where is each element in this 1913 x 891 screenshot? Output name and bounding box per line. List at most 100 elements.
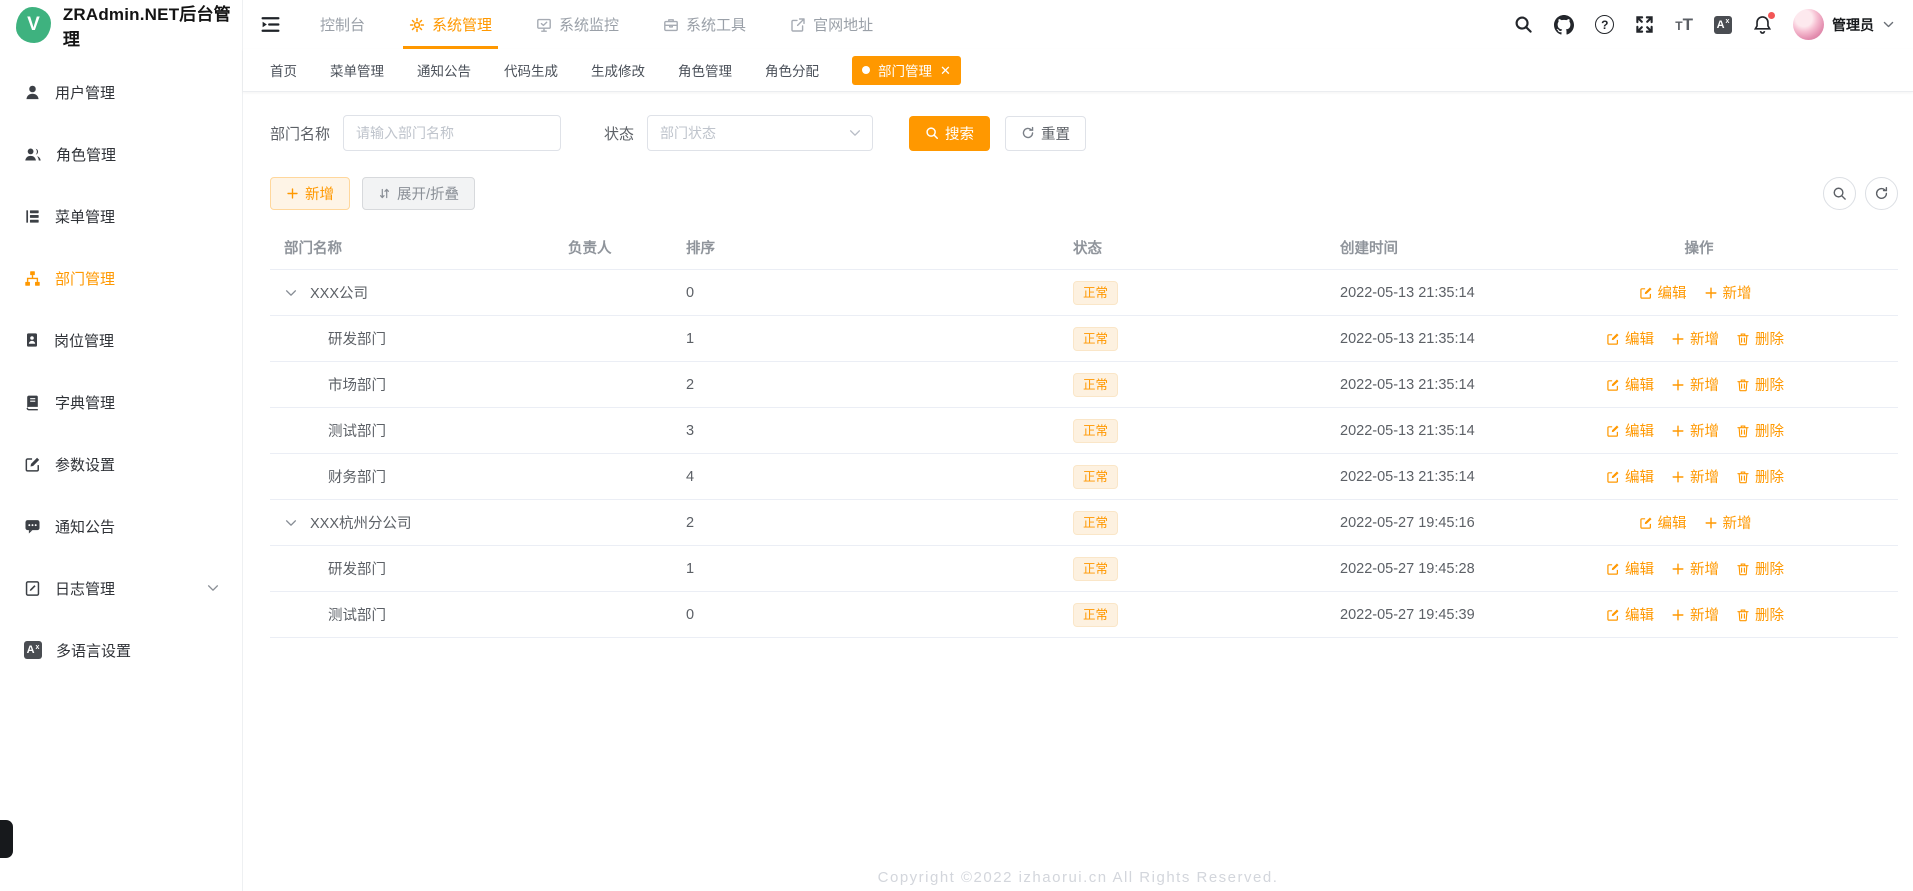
app-title: ZRAdmin.NET后台管理 <box>62 4 231 49</box>
tag-dept[interactable]: 部门管理 ✕ <box>852 55 961 85</box>
sidebar-item-menu-tree[interactable]: 菜单管理 <box>0 185 242 247</box>
table-header: 部门名称 负责人 排序 状态 创建时间 操作 <box>270 226 1898 270</box>
dept-name-cell: XXX杭州分公司 <box>270 512 560 533</box>
nav-item-website[interactable]: 官网地址 <box>768 0 895 49</box>
plus-action-link[interactable]: 新增 <box>1671 374 1719 395</box>
search-button[interactable]: 搜索 <box>909 115 991 151</box>
user-menu[interactable]: 管理员 <box>1793 9 1895 40</box>
close-tag-icon[interactable]: ✕ <box>940 64 951 77</box>
edit-action-link[interactable]: 编辑 <box>1606 328 1654 349</box>
column-header-4: 创建时间 <box>1340 241 1398 257</box>
topbar: 控制台 系统管理 系统监控 系统工具 官网地址 ? TT Ax 管理员 <box>243 0 1913 49</box>
plus-action-link[interactable]: 新增 <box>1671 466 1719 487</box>
chevron-down-icon <box>848 126 862 140</box>
edit-action-link[interactable]: 编辑 <box>1606 466 1654 487</box>
plus-action-link[interactable]: 新增 <box>1671 558 1719 579</box>
users-icon <box>24 146 42 163</box>
topbar-actions: ? TT Ax 管理员 <box>1514 9 1913 40</box>
sidebar-item-org-tree[interactable]: 部门管理 <box>0 247 242 309</box>
toggle-search-button[interactable] <box>1823 177 1856 210</box>
dept-name: XXX杭州分公司 <box>310 516 412 532</box>
collapse-sidebar-icon[interactable] <box>243 14 298 35</box>
action-label: 编辑 <box>1625 424 1654 440</box>
help-icon[interactable]: ? <box>1595 15 1615 34</box>
edit-action-link[interactable]: 编辑 <box>1606 558 1654 579</box>
github-icon[interactable] <box>1554 14 1575 35</box>
expand-collapse-button[interactable]: 展开/折叠 <box>362 177 476 210</box>
notification-bell-icon[interactable] <box>1753 12 1775 34</box>
refresh-icon <box>1021 126 1035 140</box>
sidebar-item-user[interactable]: 用户管理 <box>0 61 242 123</box>
search-icon <box>925 126 939 140</box>
plus-action-link[interactable]: 新增 <box>1704 282 1752 303</box>
action-label: 新增 <box>1722 286 1752 302</box>
sidebar-item-label: 角色管理 <box>56 146 117 164</box>
theme-panel-handle[interactable] <box>0 820 13 858</box>
add-button[interactable]: 新增 <box>270 177 350 210</box>
plus-icon <box>1671 378 1685 392</box>
tag-codegen[interactable]: 代码生成 <box>504 60 558 80</box>
plus-action-link[interactable]: 新增 <box>1671 604 1719 625</box>
column-header-3: 状态 <box>1073 241 1102 257</box>
nav-item-tools[interactable]: 系统工具 <box>641 0 768 49</box>
action-label: 新增 <box>1690 562 1719 578</box>
plus-action-link[interactable]: 新增 <box>1671 328 1719 349</box>
sidebar-item-translate[interactable]: Ax 多语言设置 <box>0 619 242 681</box>
logo-row[interactable]: V ZRAdmin.NET后台管理 <box>0 0 242 49</box>
trash-action-link[interactable]: 删除 <box>1736 328 1784 349</box>
table-toolbar: 新增 展开/折叠 <box>270 177 1898 210</box>
dept-name: 财务部门 <box>328 470 386 486</box>
app-root: V ZRAdmin.NET后台管理 用户管理 角色管理 菜单管理 部门管理 岗位管理 字典… <box>0 0 1913 891</box>
sidebar-item-edit-square[interactable]: 参数设置 <box>0 433 242 495</box>
action-label: 删除 <box>1755 470 1784 486</box>
tag-role[interactable]: 角色管理 <box>678 60 732 80</box>
tag-menu[interactable]: 菜单管理 <box>330 60 384 80</box>
action-label: 删除 <box>1755 332 1784 348</box>
tag-home[interactable]: 首页 <box>270 60 297 80</box>
edit-action-link[interactable]: 编辑 <box>1639 282 1687 303</box>
edit-action-link[interactable]: 编辑 <box>1606 604 1654 625</box>
nav-item-console[interactable]: 控制台 <box>298 0 387 49</box>
dept-name-label: 部门名称 <box>270 125 331 143</box>
tag-notice[interactable]: 通知公告 <box>417 60 471 80</box>
plus-action-link[interactable]: 新增 <box>1671 420 1719 441</box>
trash-action-link[interactable]: 删除 <box>1736 604 1784 625</box>
expand-row-icon[interactable] <box>284 516 298 530</box>
plus-action-link[interactable]: 新增 <box>1704 512 1752 533</box>
sidebar-item-id-badge[interactable]: 岗位管理 <box>0 309 242 371</box>
edit-action-link[interactable]: 编辑 <box>1606 374 1654 395</box>
trash-action-link[interactable]: 删除 <box>1736 466 1784 487</box>
tag-role-assign[interactable]: 角色分配 <box>765 60 819 80</box>
tag-label: 首页 <box>270 64 297 79</box>
trash-action-link[interactable]: 删除 <box>1736 374 1784 395</box>
expand-row-icon[interactable] <box>284 286 298 300</box>
edit-icon <box>1606 562 1620 576</box>
dept-table: 部门名称 负责人 排序 状态 创建时间 操作 XXX公司 0 正常 2022-05-13 21:… <box>270 226 1898 638</box>
edit-action-link[interactable]: 编辑 <box>1639 512 1687 533</box>
action-label: 删除 <box>1755 424 1784 440</box>
dept-name-input[interactable] <box>343 115 562 151</box>
search-icon[interactable] <box>1514 15 1533 34</box>
trash-action-link[interactable]: 删除 <box>1736 558 1784 579</box>
content: 部门名称 状态 部门状态 搜索 <box>243 92 1913 891</box>
sidebar-item-users[interactable]: 角色管理 <box>0 123 242 185</box>
column-header-5: 操作 <box>1684 241 1714 257</box>
tag-gen-edit[interactable]: 生成修改 <box>591 60 645 80</box>
sidebar-item-book[interactable]: 字典管理 <box>0 371 242 433</box>
status-badge: 正常 <box>1073 602 1119 627</box>
sidebar-item-message[interactable]: 通知公告 <box>0 495 242 557</box>
edit-action-link[interactable]: 编辑 <box>1606 420 1654 441</box>
refresh-table-button[interactable] <box>1865 177 1898 210</box>
avatar[interactable] <box>1793 9 1824 40</box>
edit-icon <box>1606 470 1620 484</box>
reset-button[interactable]: 重置 <box>1005 115 1087 151</box>
translate-icon[interactable]: Ax <box>1714 15 1732 34</box>
nav-item-system[interactable]: 系统管理 <box>387 0 514 49</box>
dept-name: 测试部门 <box>328 608 386 624</box>
font-size-icon[interactable]: TT <box>1675 16 1693 34</box>
status-select[interactable]: 部门状态 <box>647 115 874 151</box>
sidebar-item-log[interactable]: 日志管理 <box>0 557 242 619</box>
trash-action-link[interactable]: 删除 <box>1736 420 1784 441</box>
fullscreen-icon[interactable] <box>1635 15 1654 34</box>
nav-item-monitor[interactable]: 系统监控 <box>514 0 641 49</box>
